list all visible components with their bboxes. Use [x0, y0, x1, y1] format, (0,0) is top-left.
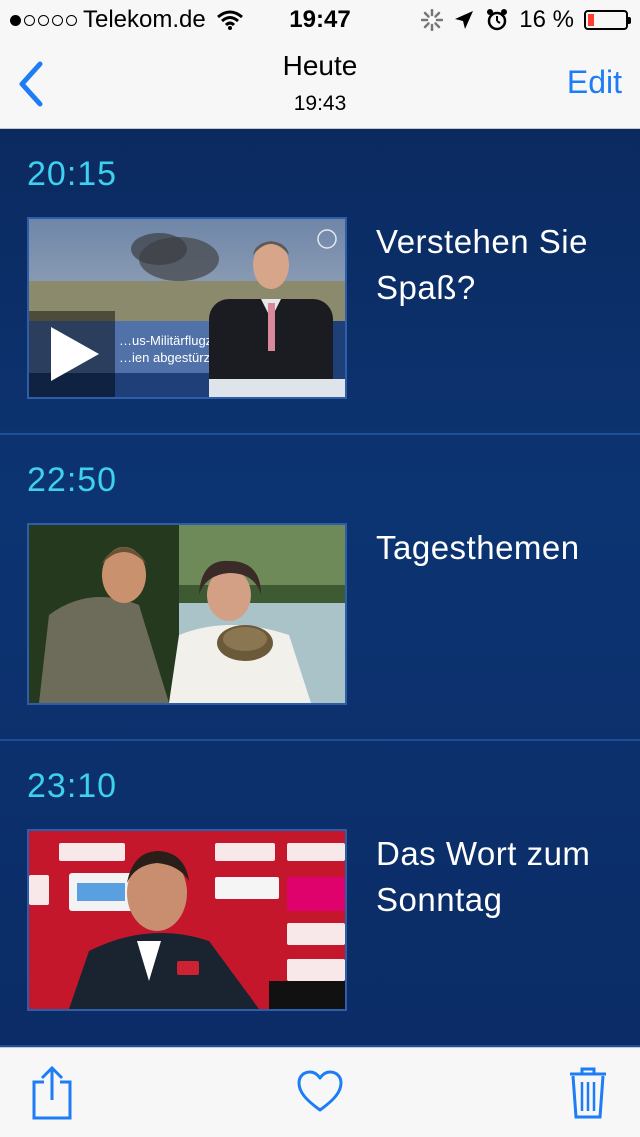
page-title: Heute: [282, 50, 358, 81]
edit-button[interactable]: Edit: [567, 64, 622, 101]
program-title: Tagesthemen: [376, 529, 580, 566]
alarm-icon: [487, 9, 508, 31]
program-thumbnail: [27, 523, 347, 705]
program-list: 20:15 …us-Militärflugzeug …ien abgestürz…: [0, 129, 640, 1047]
program-row[interactable]: 20:15 …us-Militärflugzeug …ien abgestürz…: [0, 129, 640, 435]
heart-icon: [297, 1070, 343, 1112]
status-right: 16 %: [421, 6, 631, 34]
couple-turtle-image: [29, 525, 345, 703]
share-button[interactable]: [30, 1064, 74, 1125]
battery-icon: [584, 10, 631, 30]
program-time: 22:50: [27, 461, 118, 499]
play-button[interactable]: [29, 311, 115, 397]
status-bar: Telekom.de 19:47 16 %: [0, 0, 640, 40]
activity-spinner-icon: [421, 9, 444, 31]
share-icon: [32, 1065, 72, 1120]
battery-percent: 16 %: [519, 6, 574, 33]
bottom-toolbar: [0, 1047, 640, 1137]
location-arrow-icon: [455, 11, 474, 29]
trash-icon: [570, 1067, 606, 1119]
press-conference-image: [29, 831, 345, 1009]
program-time: 20:15: [27, 155, 118, 193]
thumbnail-caption-2: …ien abgestürzt: [119, 350, 214, 365]
program-time: 23:10: [27, 767, 118, 805]
program-row[interactable]: 22:50 Tagesthemen: [0, 435, 640, 741]
navigation-bar: Heute 19:43 Edit: [0, 40, 640, 129]
program-row[interactable]: 23:10 Das Wort zum Sonntag: [0, 741, 640, 1047]
program-title: Das Wort zum Sonntag: [376, 835, 591, 918]
favorite-button[interactable]: [296, 1070, 344, 1119]
program-title: Verstehen Sie Spaß?: [376, 223, 588, 306]
program-thumbnail: …us-Militärflugzeug …ien abgestürzt: [27, 217, 347, 399]
page-subtitle: 19:43: [293, 92, 347, 115]
play-icon: [51, 327, 99, 381]
program-thumbnail: [27, 829, 347, 1011]
delete-button[interactable]: [568, 1066, 608, 1125]
